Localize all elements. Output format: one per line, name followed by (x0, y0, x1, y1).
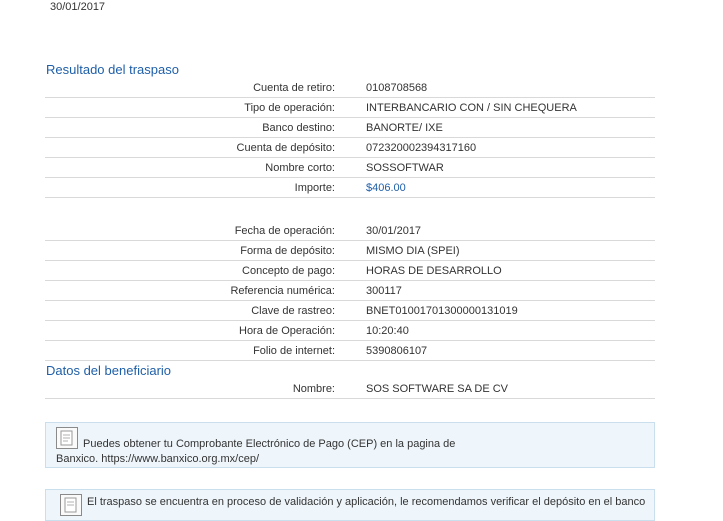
row-amount: Importe: $406.00 (45, 178, 655, 198)
cep-notice-line1: Puedes obtener tu Comprobante Electrónic… (83, 438, 456, 450)
label-amount: Importe: (294, 182, 335, 194)
row-operation-type: Tipo de operación: INTERBANCARIO CON / S… (45, 98, 655, 118)
operation-date-header: 30/01/2017 (50, 1, 106, 13)
row-numeric-reference: Referencia numérica: 300117 (45, 281, 655, 301)
document-icon (56, 427, 78, 449)
value-operation-type: INTERBANCARIO CON / SIN CHEQUERA (366, 102, 577, 114)
label-internet-folio: Folio de internet: (253, 345, 335, 357)
value-operation-time: 10:20:40 (366, 325, 409, 337)
row-payment-concept: Concepto de pago: HORAS DE DESARROLLO (45, 261, 655, 281)
value-deposit-account: 072320002394317160 (366, 142, 477, 154)
validation-notice-text: El traspaso se encuentra en proceso de v… (87, 496, 646, 508)
row-beneficiary-name: Nombre: SOS SOFTWARE SA DE CV (45, 379, 655, 399)
value-internet-folio: 5390806107 (366, 345, 428, 357)
label-withdrawal-account: Cuenta de retiro: (253, 82, 335, 94)
row-deposit-account: Cuenta de depósito: 072320002394317160 (45, 138, 655, 158)
document-icon (60, 494, 82, 516)
label-deposit-method: Forma de depósito: (240, 245, 335, 257)
row-operation-date: Fecha de operación: 30/01/2017 (45, 221, 655, 241)
value-deposit-method: MISMO DIA (SPEI) (366, 245, 460, 257)
row-internet-folio: Folio de internet: 5390806107 (45, 341, 655, 361)
value-withdrawal-account: 0108708568 (366, 82, 428, 94)
row-operation-time: Hora de Operación: 10:20:40 (45, 321, 655, 341)
validation-notice-box: El traspaso se encuentra en proceso de v… (45, 489, 655, 521)
label-deposit-account: Cuenta de depósito: (236, 142, 335, 154)
banxico-cep-link[interactable]: https://www.banxico.org.mx/cep/ (101, 453, 259, 465)
cep-notice-prefix: Banxico. (56, 453, 99, 465)
row-short-name: Nombre corto: SOSSOFTWAR (45, 158, 655, 178)
beneficiary-section-title: Datos del beneficiario (46, 363, 172, 378)
value-amount: $406.00 (366, 182, 406, 194)
value-destination-bank: BANORTE/ IXE (366, 122, 443, 134)
cep-notice-box: Puedes obtener tu Comprobante Electrónic… (45, 422, 655, 468)
label-operation-time: Hora de Operación: (239, 325, 335, 337)
label-tracking-key: Clave de rastreo: (251, 305, 335, 317)
label-operation-date: Fecha de operación: (234, 225, 335, 237)
label-numeric-reference: Referencia numérica: (230, 285, 335, 297)
row-tracking-key: Clave de rastreo: BNET010017013000001310… (45, 301, 655, 321)
row-deposit-method: Forma de depósito: MISMO DIA (SPEI) (45, 241, 655, 261)
label-short-name: Nombre corto: (265, 162, 335, 174)
value-tracking-key: BNET01001701300000131019 (366, 305, 518, 317)
value-beneficiary-name: SOS SOFTWARE SA DE CV (366, 383, 509, 395)
value-short-name: SOSSOFTWAR (366, 162, 444, 174)
label-operation-type: Tipo de operación: (244, 102, 335, 114)
label-beneficiary-name: Nombre: (292, 383, 335, 395)
row-withdrawal-account: Cuenta de retiro: 0108708568 (45, 78, 655, 98)
value-operation-date: 30/01/2017 (366, 225, 422, 237)
label-payment-concept: Concepto de pago: (242, 265, 335, 277)
value-payment-concept: HORAS DE DESARROLLO (366, 265, 502, 277)
value-numeric-reference: 300117 (366, 285, 402, 297)
cep-notice-line2: Banxico. https://www.banxico.org.mx/cep/ (56, 452, 259, 467)
row-destination-bank: Banco destino: BANORTE/ IXE (45, 118, 655, 138)
label-destination-bank: Banco destino: (262, 122, 335, 134)
result-section-title: Resultado del traspaso (46, 62, 179, 77)
